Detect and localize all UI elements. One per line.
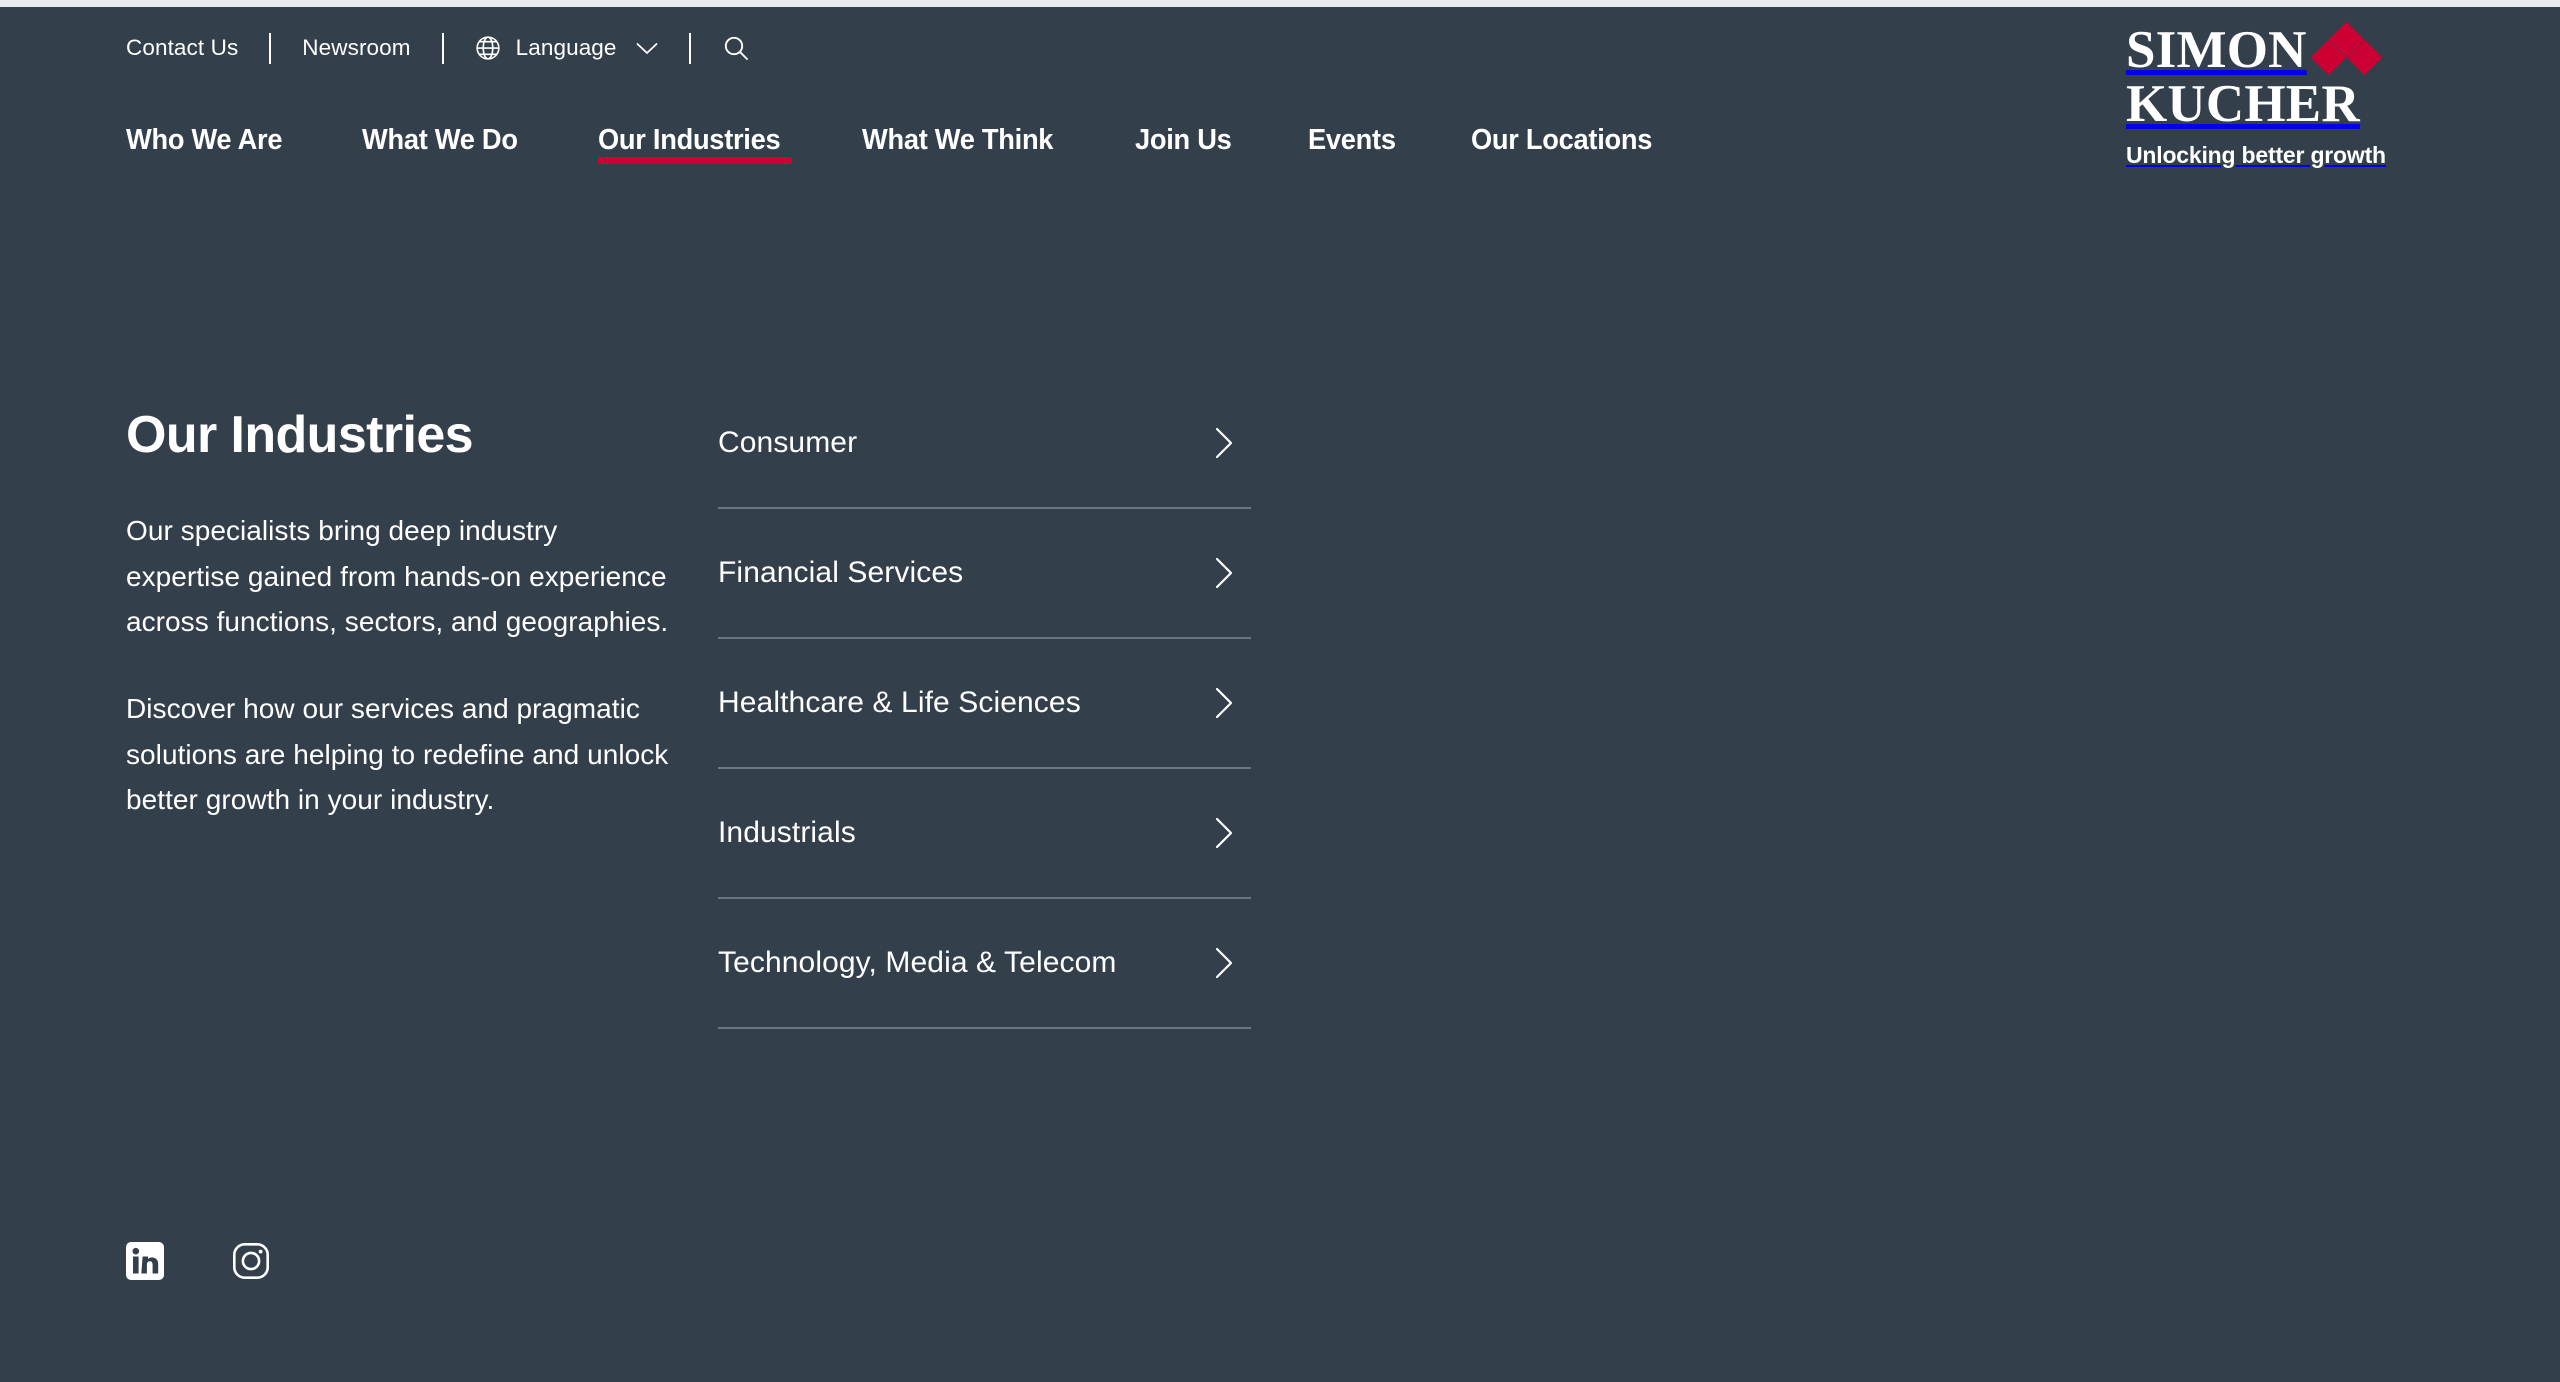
nav-item-who-we-are[interactable]: Who We Are — [126, 125, 292, 169]
industry-item-technology-media-telecom[interactable]: Technology, Media & Telecom — [718, 899, 1251, 1029]
chevron-down-icon — [636, 42, 658, 55]
chevron-right-icon — [1213, 426, 1235, 460]
nav-label: Join Us — [1135, 124, 1232, 156]
industry-item-financial-services[interactable]: Financial Services — [718, 509, 1251, 639]
intro-paragraph-2: Discover how our services and pragmatic … — [126, 693, 669, 815]
page-root: Contact Us Newsroom Language Who We Are … — [0, 0, 2560, 1382]
industry-item-healthcare-life-sciences[interactable]: Healthcare & Life Sciences — [718, 639, 1251, 769]
industries-list: Consumer Financial Services Healthcare &… — [718, 379, 1251, 1029]
logo-word-kucher: KUCHER — [2126, 75, 2360, 134]
search-icon[interactable] — [722, 34, 750, 62]
nav-label: What We Do — [362, 124, 518, 156]
nav-label: Our Locations — [1471, 124, 1653, 156]
logo-tagline: Unlocking better growth — [2126, 141, 2386, 168]
chevron-right-icon — [1213, 686, 1235, 720]
utility-divider — [269, 32, 272, 64]
industry-label: Financial Services — [718, 556, 964, 589]
nav-item-what-we-do[interactable]: What We Do — [362, 125, 528, 169]
industry-label: Technology, Media & Telecom — [718, 946, 1117, 979]
active-nav-underline — [597, 157, 792, 165]
globe-icon — [475, 35, 501, 61]
utility-divider — [441, 32, 444, 64]
industries-intro: Our Industries Our specialists bring dee… — [126, 406, 671, 822]
intro-paragraph-1: Our specialists bring deep industry expe… — [126, 515, 669, 637]
utility-bar: Contact Us Newsroom Language — [126, 30, 750, 66]
industry-item-industrials[interactable]: Industrials — [718, 769, 1251, 899]
instagram-icon[interactable] — [232, 1242, 270, 1280]
nav-item-events[interactable]: Events — [1308, 125, 1401, 169]
page-title: Our Industries — [126, 406, 474, 464]
industry-label: Consumer — [718, 426, 858, 459]
newsroom-link[interactable]: Newsroom — [302, 36, 410, 60]
linkedin-icon[interactable] — [126, 1242, 164, 1280]
nav-label: Our Industries — [597, 124, 781, 156]
nav-item-join-us[interactable]: Join Us — [1135, 125, 1238, 169]
industry-label: Industrials — [718, 816, 856, 849]
chevron-right-icon — [1213, 556, 1235, 590]
logo-line-1: SIMON — [2126, 21, 2456, 79]
nav-label: Events — [1307, 124, 1396, 156]
main-navigation: Who We Are What We Do Our Industries Wha… — [126, 125, 1664, 169]
language-selector[interactable]: Language — [475, 35, 658, 61]
social-links — [126, 1242, 270, 1280]
contact-us-link[interactable]: Contact Us — [126, 36, 238, 60]
site-logo[interactable]: SIMON KUCHER Unlocking better growth — [2126, 21, 2456, 169]
browser-top-strip — [0, 0, 2560, 7]
language-label: Language — [515, 34, 617, 60]
nav-label: Who We Are — [126, 124, 283, 156]
nav-item-our-locations[interactable]: Our Locations — [1471, 125, 1664, 169]
nav-item-our-industries[interactable]: Our Industries — [597, 124, 792, 169]
site-shell: Contact Us Newsroom Language Who We Are … — [0, 7, 2560, 1382]
chevron-right-icon — [1213, 816, 1235, 850]
nav-item-what-we-think[interactable]: What We Think — [862, 125, 1065, 169]
industry-label: Healthcare & Life Sciences — [718, 686, 1081, 719]
logo-word-simon: SIMON — [2126, 21, 2307, 79]
utility-divider — [688, 32, 691, 64]
chevron-right-icon — [1213, 946, 1235, 980]
diamond-cluster-icon — [2310, 21, 2382, 76]
nav-label: What We Think — [861, 124, 1053, 156]
industry-item-consumer[interactable]: Consumer — [718, 379, 1251, 509]
